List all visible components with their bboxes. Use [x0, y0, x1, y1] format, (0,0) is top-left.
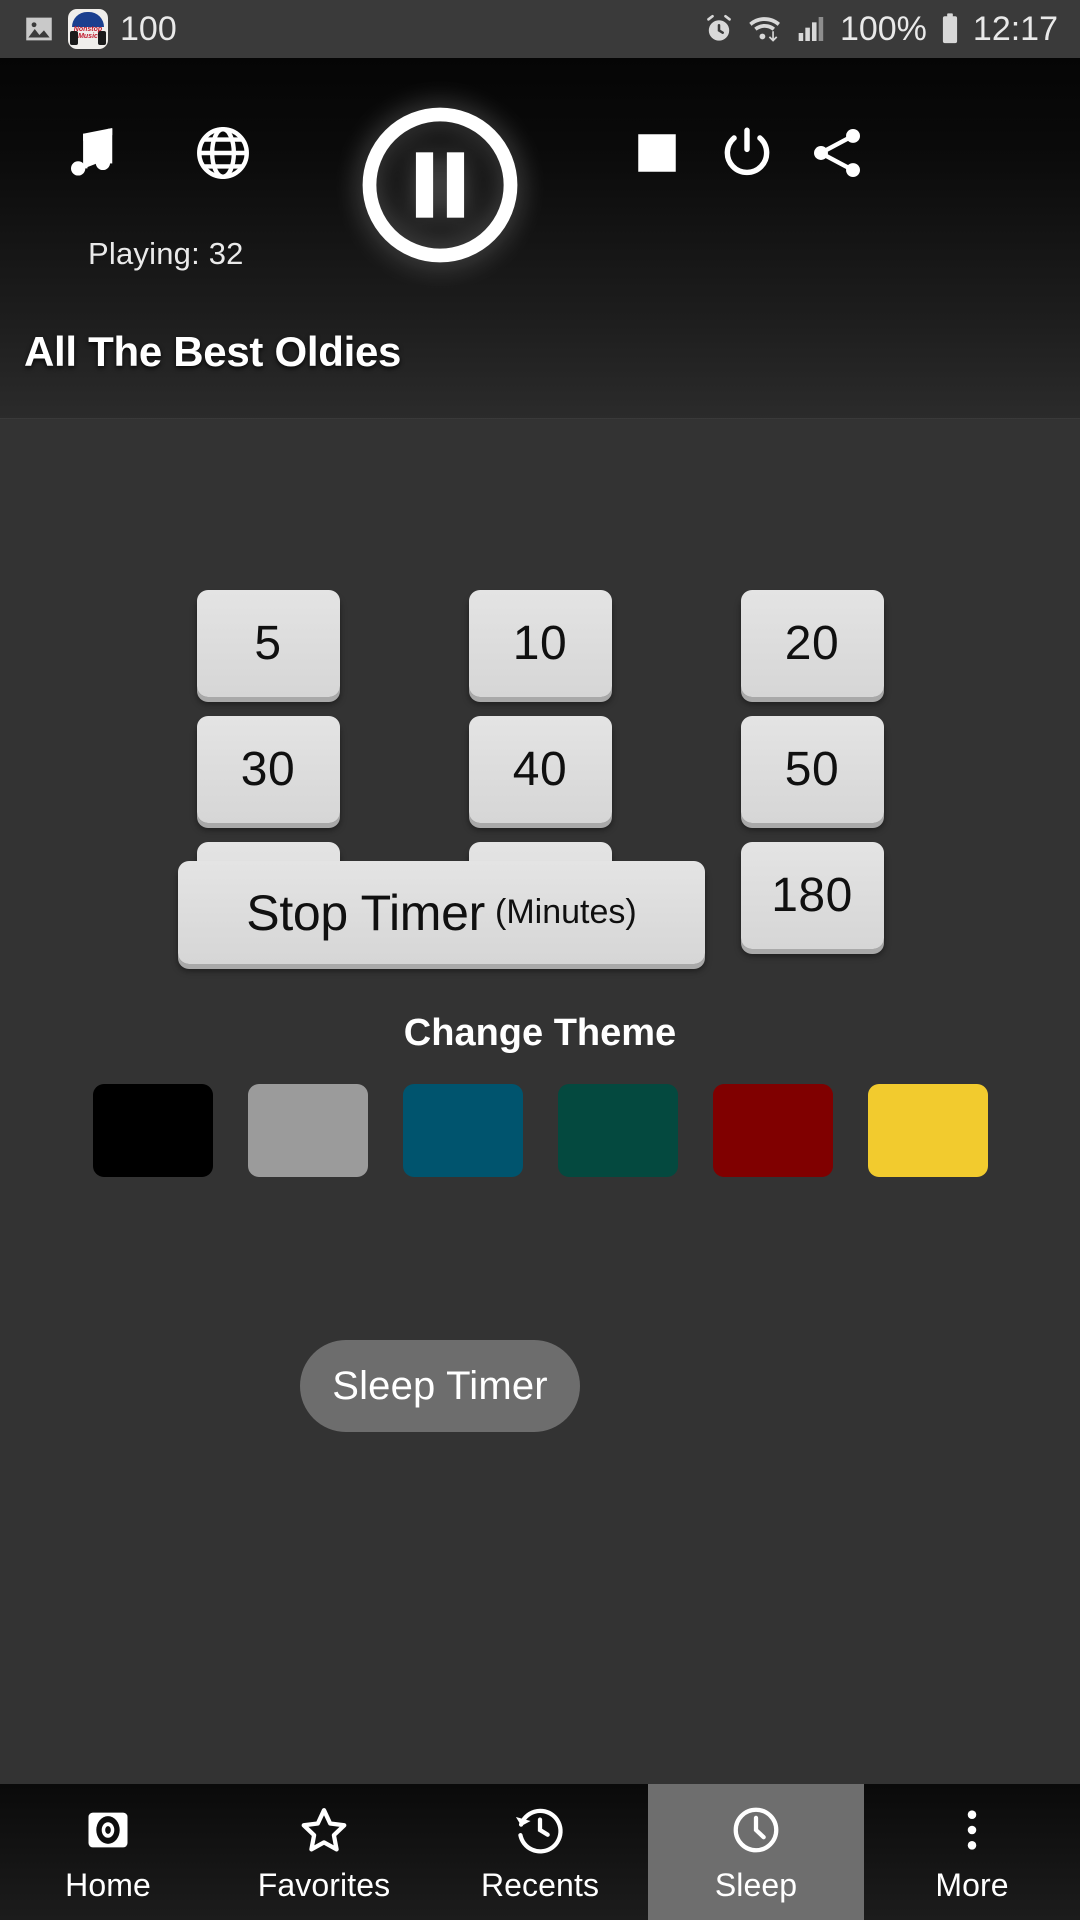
image-icon — [22, 12, 56, 46]
playing-count-label: Playing: 32 — [88, 236, 244, 271]
app-root: Nonstop Music 100 100% 12:17 Playing: 32… — [0, 0, 1080, 1920]
timer-option-button[interactable]: 40 — [468, 716, 612, 823]
nav-label-sleep: Sleep — [714, 1866, 798, 1903]
nav-label-more: More — [935, 1866, 1009, 1903]
stop-timer-button[interactable]: Stop Timer (Minutes) — [178, 861, 705, 964]
nav-label-recents: Recents — [480, 1866, 600, 1903]
change-theme-label: Change Theme — [403, 1012, 677, 1054]
star-icon — [297, 1801, 351, 1859]
alarm-icon — [702, 12, 736, 46]
theme-swatch-black[interactable] — [92, 1084, 213, 1177]
app-icon-label: Nonstop Music — [73, 25, 103, 40]
sleep-timer-panel: 5 10 20 30 40 50 60 120 180 Stop Timer (… — [0, 420, 1080, 1784]
timer-option-button[interactable]: 50 — [740, 716, 884, 823]
stop-timer-units: (Minutes) — [495, 893, 637, 931]
timer-option-button[interactable]: 30 — [196, 716, 340, 823]
power-icon[interactable] — [704, 110, 790, 196]
music-note-icon[interactable] — [50, 110, 136, 196]
theme-swatch-yellow[interactable] — [867, 1084, 988, 1177]
timer-option-button[interactable]: 180 — [740, 842, 884, 949]
play-pause-button[interactable] — [354, 80, 526, 290]
share-icon[interactable] — [794, 110, 880, 196]
clock-icon — [729, 1801, 783, 1859]
timer-row: 5 10 20 — [0, 590, 1080, 697]
signal-icon — [796, 13, 828, 45]
timer-row: 30 40 50 — [0, 716, 1080, 823]
nav-label-home: Home — [65, 1866, 151, 1903]
radio-icon — [82, 1801, 134, 1859]
wifi-icon — [748, 12, 784, 46]
history-icon — [513, 1801, 567, 1859]
player-header: Playing: 32 All The Best Oldies — [0, 58, 1080, 418]
stop-icon[interactable] — [614, 110, 700, 196]
status-bar-left: Nonstop Music 100 — [22, 9, 177, 49]
overflow-menu-icon — [945, 1801, 999, 1859]
nav-item-recents[interactable]: Recents — [432, 1784, 648, 1920]
bottom-navigation: Home Favorites Recents Sleep More — [0, 1784, 1080, 1920]
player-controls — [0, 58, 1080, 263]
stop-timer-label: Stop Timer — [246, 884, 486, 941]
nav-item-sleep[interactable]: Sleep — [648, 1784, 864, 1920]
globe-icon[interactable] — [180, 110, 266, 196]
nav-item-more[interactable]: More — [864, 1784, 1080, 1920]
nav-item-favorites[interactable]: Favorites — [216, 1784, 432, 1920]
theme-swatch-green[interactable] — [557, 1084, 678, 1177]
notification-count: 100 — [120, 9, 177, 48]
sleep-timer-pill-button[interactable]: Sleep Timer — [300, 1340, 580, 1432]
timer-option-button[interactable]: 10 — [468, 590, 612, 697]
theme-swatch-blue[interactable] — [402, 1084, 523, 1177]
station-title: All The Best Oldies — [24, 328, 402, 375]
theme-swatch-gray[interactable] — [247, 1084, 368, 1177]
timer-option-button[interactable]: 20 — [740, 590, 884, 697]
status-bar: Nonstop Music 100 100% 12:17 — [0, 0, 1080, 58]
nonstop-music-app-icon: Nonstop Music — [68, 9, 108, 49]
clock-time: 12:17 — [972, 9, 1058, 48]
theme-swatch-list — [0, 1084, 1080, 1177]
battery-percent: 100% — [839, 9, 927, 48]
nav-item-home[interactable]: Home — [0, 1784, 216, 1920]
status-bar-right: 100% 12:17 — [702, 10, 1058, 49]
nav-label-favorites: Favorites — [257, 1866, 391, 1903]
theme-swatch-red[interactable] — [712, 1084, 833, 1177]
timer-option-button[interactable]: 5 — [196, 590, 340, 697]
battery-icon — [939, 12, 961, 46]
